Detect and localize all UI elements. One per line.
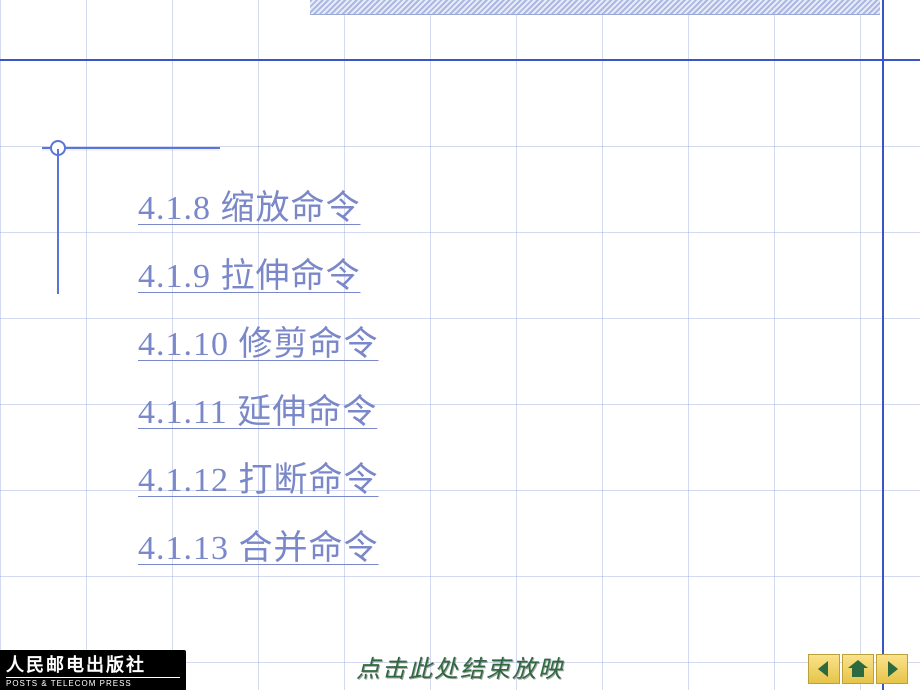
publisher-name-en: POSTS & TELECOM PRESS: [6, 677, 180, 688]
home-button[interactable]: [842, 654, 874, 684]
toc-link-4-1-10[interactable]: 4.1.10 修剪命令: [138, 328, 698, 362]
home-icon: [847, 659, 869, 679]
footer: 人民邮电出版社 POSTS & TELECOM PRESS 点击此处结束放映: [0, 648, 920, 690]
toc-link-4-1-8[interactable]: 4.1.8 缩放命令: [138, 192, 698, 226]
publisher-name-cn: 人民邮电出版社: [6, 651, 180, 677]
end-show-link[interactable]: 点击此处结束放映: [356, 649, 564, 684]
toc-link-4-1-9[interactable]: 4.1.9 拉伸命令: [138, 260, 698, 294]
right-vertical-rule: [882, 0, 884, 690]
top-hatched-bar: [310, 0, 880, 15]
prev-button[interactable]: [808, 654, 840, 684]
nav-buttons: [808, 654, 908, 684]
toc-list: 4.1.8 缩放命令 4.1.9 拉伸命令 4.1.10 修剪命令 4.1.11…: [138, 192, 698, 600]
top-horizontal-rule: [0, 59, 920, 61]
decoration-horizontal-line: [42, 147, 220, 149]
chevron-left-icon: [814, 659, 834, 679]
publisher-badge: 人民邮电出版社 POSTS & TELECOM PRESS: [0, 650, 186, 690]
next-button[interactable]: [876, 654, 908, 684]
chevron-right-icon: [882, 659, 902, 679]
decoration-vertical-line: [57, 149, 59, 294]
toc-link-4-1-13[interactable]: 4.1.13 合并命令: [138, 532, 698, 566]
slide: 4.1.8 缩放命令 4.1.9 拉伸命令 4.1.10 修剪命令 4.1.11…: [0, 0, 920, 690]
toc-link-4-1-12[interactable]: 4.1.12 打断命令: [138, 464, 698, 498]
toc-link-4-1-11[interactable]: 4.1.11 延伸命令: [138, 396, 698, 430]
